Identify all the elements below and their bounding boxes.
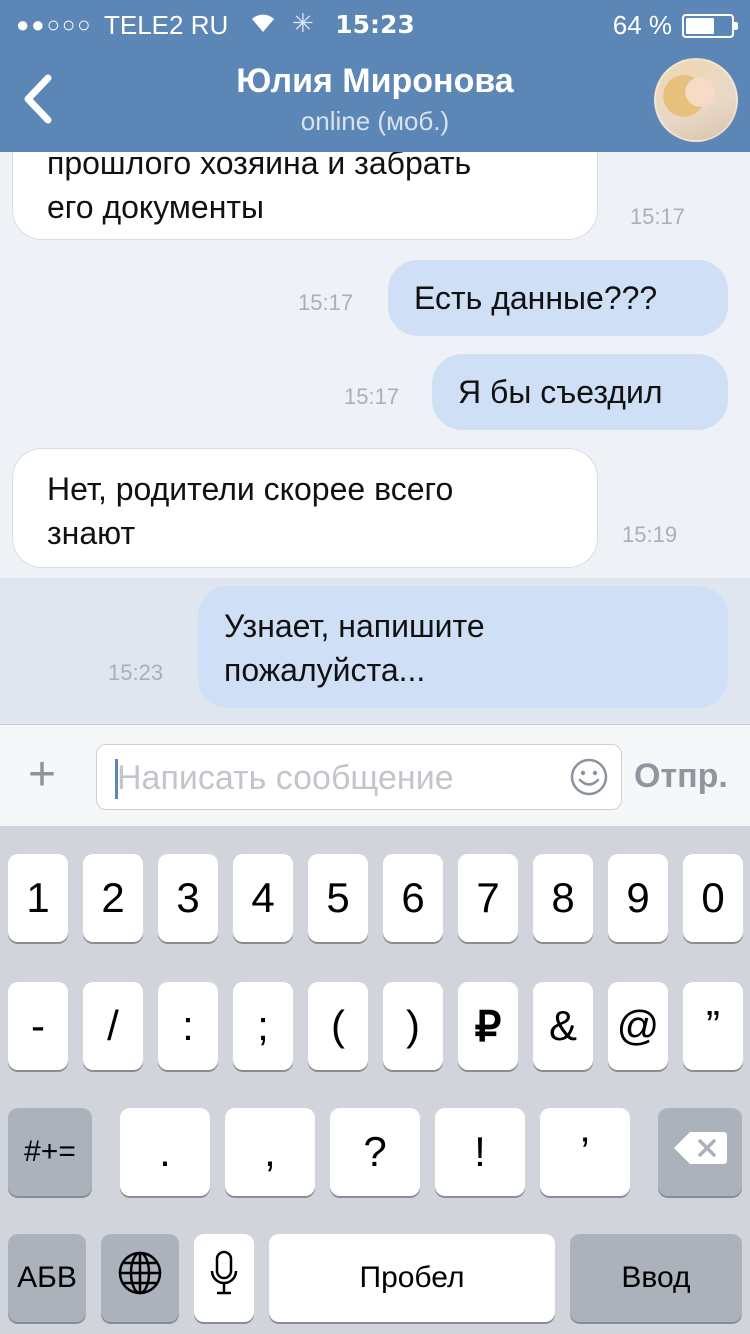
key-slash[interactable]: / — [83, 982, 143, 1070]
key-7[interactable]: 7 — [458, 854, 518, 942]
message-text: прошлого хозяина и забрать — [47, 152, 472, 181]
key-abc-toggle[interactable]: АБВ — [8, 1234, 86, 1322]
key-ampersand[interactable]: & — [533, 982, 593, 1070]
contact-status: online (моб.) — [300, 106, 450, 136]
key-semicolon[interactable]: ; — [233, 982, 293, 1070]
message-composer: + Написать сообщение Отпр. — [0, 724, 750, 826]
text-caret — [115, 759, 118, 799]
message-text: Узнает, напишите — [224, 608, 485, 644]
message-list[interactable]: прошлого хозяина и забрать его документы… — [0, 152, 750, 724]
key-period[interactable]: . — [120, 1108, 210, 1196]
key-quote[interactable]: ” — [683, 982, 743, 1070]
key-4[interactable]: 4 — [233, 854, 293, 942]
key-5[interactable]: 5 — [308, 854, 368, 942]
dictation-key[interactable] — [194, 1234, 254, 1322]
avatar[interactable] — [654, 58, 738, 142]
status-bar: ●●○○○ TELE2 RU ✳ 15:23 64 % — [0, 8, 750, 44]
microphone-icon — [209, 1249, 239, 1307]
key-8[interactable]: 8 — [533, 854, 593, 942]
keyboard: 1 2 3 4 5 6 7 8 9 0 - / : ; ( ) ₽ & @ ” … — [0, 826, 750, 1334]
key-exclamation[interactable]: ! — [435, 1108, 525, 1196]
send-button[interactable]: Отпр. — [634, 757, 728, 796]
message-text: Есть данные??? — [414, 280, 658, 316]
key-at[interactable]: @ — [608, 982, 668, 1070]
globe-key[interactable] — [101, 1234, 179, 1322]
message-outgoing[interactable]: Узнает, напишите пожалуйста... — [198, 586, 728, 708]
globe-icon — [117, 1250, 163, 1306]
key-comma[interactable]: , — [225, 1108, 315, 1196]
message-text: его документы — [47, 189, 265, 225]
message-time: 15:17 — [629, 204, 685, 229]
message-time: 15:23 — [108, 660, 164, 685]
space-key[interactable]: Пробел — [269, 1234, 555, 1322]
message-input[interactable]: Написать сообщение — [96, 744, 622, 810]
key-question[interactable]: ? — [330, 1108, 420, 1196]
key-dash[interactable]: - — [8, 982, 68, 1070]
key-0[interactable]: 0 — [683, 854, 743, 942]
emoji-icon[interactable] — [569, 757, 609, 797]
key-ruble[interactable]: ₽ — [458, 982, 518, 1070]
key-1[interactable]: 1 — [8, 854, 68, 942]
key-2[interactable]: 2 — [83, 854, 143, 942]
message-incoming[interactable]: Нет, родители скорее всего знают — [12, 448, 598, 568]
key-colon[interactable]: : — [158, 982, 218, 1070]
chat-header: ●●○○○ TELE2 RU ✳ 15:23 64 % Юлия Миронов… — [0, 0, 750, 152]
contact-name[interactable]: Юлия Миронова — [0, 62, 750, 101]
message-outgoing[interactable]: Есть данные??? — [388, 260, 728, 336]
message-text: пожалуйста... — [224, 652, 426, 688]
key-apostrophe[interactable]: ’ — [540, 1108, 630, 1196]
message-text: Я бы съездил — [458, 374, 663, 410]
enter-key[interactable]: Ввод — [570, 1234, 742, 1322]
key-3[interactable]: 3 — [158, 854, 218, 942]
message-input-placeholder: Написать сообщение — [117, 759, 454, 797]
message-text: Нет, родители скорее всего — [47, 471, 454, 507]
battery-icon — [682, 14, 738, 38]
message-text: знают — [47, 515, 136, 551]
key-close-paren[interactable]: ) — [383, 982, 443, 1070]
message-time: 15:19 — [622, 522, 678, 547]
message-outgoing[interactable]: Я бы съездил — [432, 354, 728, 430]
battery-percent: 64 % — [612, 10, 672, 40]
backspace-icon — [672, 1128, 728, 1176]
key-symbols-toggle[interactable]: #+= — [8, 1108, 92, 1196]
attach-plus-icon[interactable]: + — [28, 751, 56, 799]
backspace-key[interactable] — [658, 1108, 742, 1196]
message-incoming[interactable]: прошлого хозяина и забрать его документы… — [12, 152, 685, 240]
key-open-paren[interactable]: ( — [308, 982, 368, 1070]
message-time: 15:17 — [298, 290, 354, 315]
message-time: 15:17 — [344, 384, 400, 409]
key-9[interactable]: 9 — [608, 854, 668, 942]
key-6[interactable]: 6 — [383, 854, 443, 942]
